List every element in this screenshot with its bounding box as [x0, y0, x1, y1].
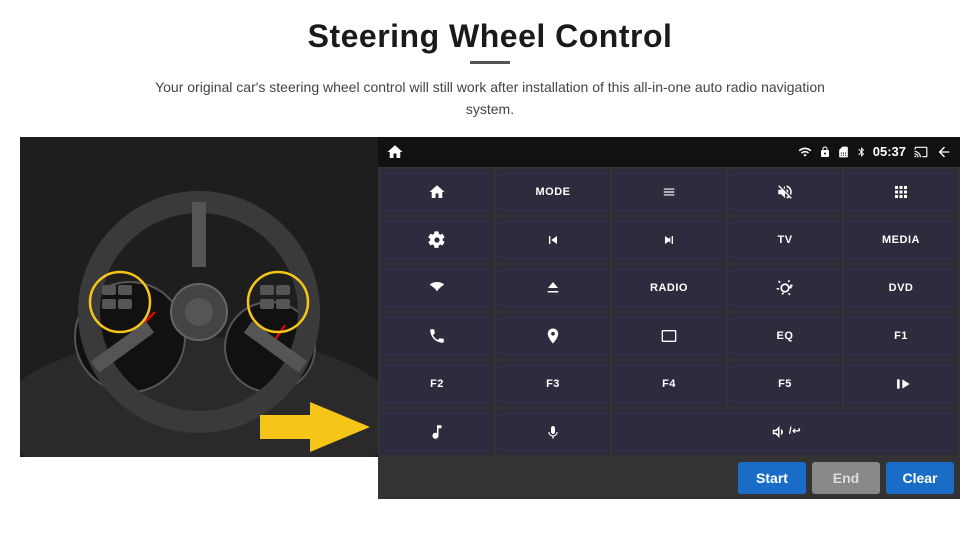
status-bar: 05:37 [378, 137, 960, 167]
lock-icon [819, 145, 831, 159]
btn-playpause[interactable] [844, 361, 958, 407]
btn-list[interactable] [612, 169, 726, 215]
btn-mute[interactable] [728, 169, 842, 215]
btn-eject[interactable] [496, 265, 610, 311]
status-right: 05:37 [797, 144, 952, 160]
status-left [386, 143, 404, 161]
page-wrapper: Steering Wheel Control Your original car… [0, 0, 980, 544]
btn-tv[interactable]: TV [728, 217, 842, 263]
btn-mode[interactable]: MODE [496, 169, 610, 215]
control-panel: 05:37 [378, 137, 960, 499]
btn-f5[interactable]: F5 [728, 361, 842, 407]
btn-prev[interactable] [496, 217, 610, 263]
btn-f2[interactable]: F2 [380, 361, 494, 407]
btn-mic[interactable] [496, 409, 610, 455]
steering-wheel-svg [20, 137, 378, 457]
btn-vol[interactable]: /↩ [612, 409, 958, 455]
content-row: 05:37 [20, 137, 960, 499]
page-title: Steering Wheel Control [308, 18, 673, 55]
status-time: 05:37 [873, 144, 906, 159]
btn-360[interactable] [380, 265, 494, 311]
btn-apps[interactable] [844, 169, 958, 215]
title-divider [470, 61, 510, 64]
btn-f4[interactable]: F4 [612, 361, 726, 407]
wifi-icon [797, 145, 813, 159]
bluetooth-icon [856, 144, 867, 160]
back-icon [936, 144, 952, 160]
start-button[interactable]: Start [738, 462, 806, 494]
steering-wheel-image [20, 137, 378, 457]
screen-mirror-icon [912, 145, 930, 159]
page-subtitle: Your original car's steering wheel contr… [140, 76, 840, 121]
button-grid: MODE [378, 167, 960, 457]
btn-next[interactable] [612, 217, 726, 263]
btn-f3[interactable]: F3 [496, 361, 610, 407]
home-icon [386, 143, 404, 161]
btn-home[interactable] [380, 169, 494, 215]
btn-nav[interactable] [496, 313, 610, 359]
btn-radio[interactable]: RADIO [612, 265, 726, 311]
btn-media[interactable]: MEDIA [844, 217, 958, 263]
btn-phone[interactable] [380, 313, 494, 359]
btn-settings[interactable] [380, 217, 494, 263]
btn-eq[interactable]: EQ [728, 313, 842, 359]
sim-icon [837, 145, 850, 159]
action-bar: Start End Clear [378, 457, 960, 499]
btn-music[interactable] [380, 409, 494, 455]
btn-dvd[interactable]: DVD [844, 265, 958, 311]
btn-screen[interactable] [612, 313, 726, 359]
clear-button[interactable]: Clear [886, 462, 954, 494]
btn-f1[interactable]: F1 [844, 313, 958, 359]
end-button[interactable]: End [812, 462, 880, 494]
btn-brightness[interactable] [728, 265, 842, 311]
